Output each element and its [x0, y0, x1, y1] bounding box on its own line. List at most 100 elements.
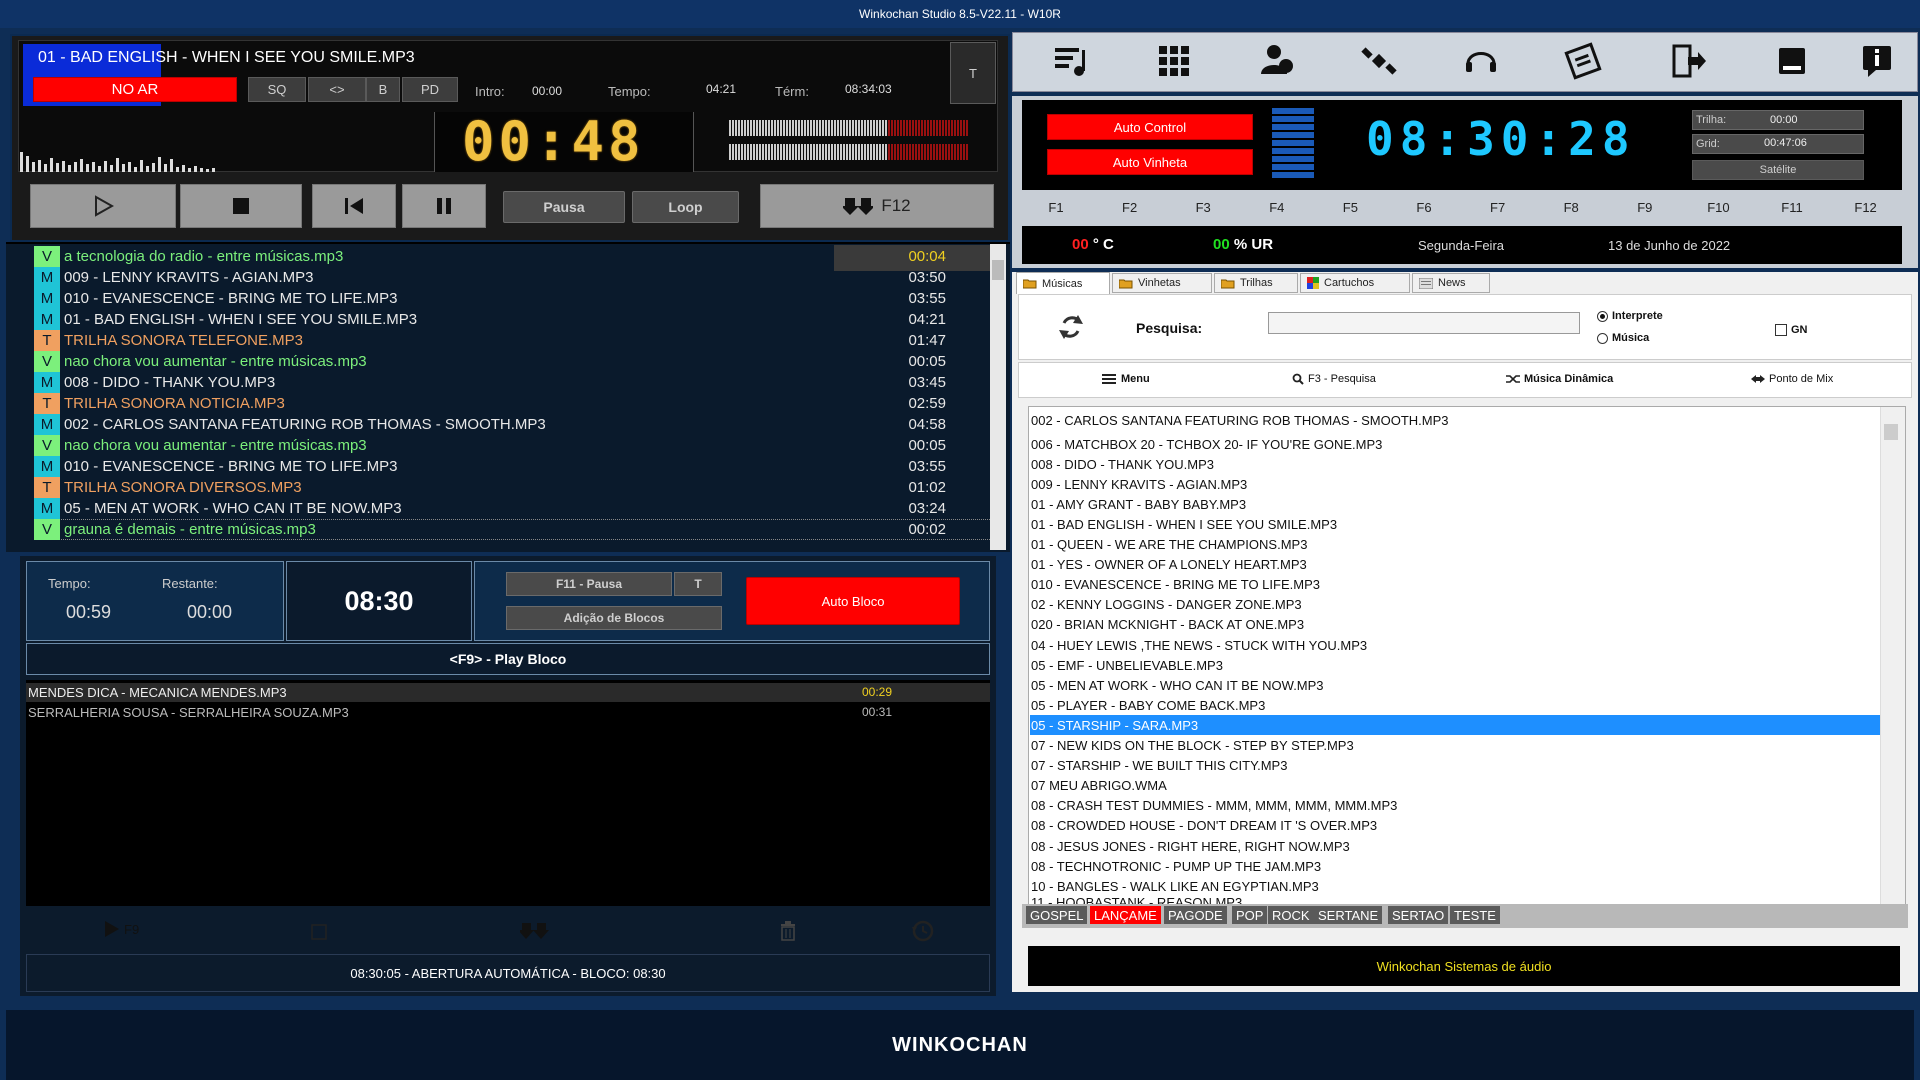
- fkey-f10[interactable]: F10: [1698, 200, 1738, 215]
- library-item[interactable]: 08 - TECHNOTRONIC - PUMP UP THE JAM.MP3: [1030, 856, 1880, 876]
- library-item[interactable]: 02 - KENNY LOGGINS - DANGER ZONE.MP3: [1030, 595, 1880, 615]
- library-item[interactable]: 08 - CROWDED HOUSE - DON'T DREAM IT 'S O…: [1030, 816, 1880, 836]
- adicao-blocos-button[interactable]: Adição de Blocos: [506, 606, 722, 630]
- fkey-f6[interactable]: F6: [1404, 200, 1444, 215]
- category-pop[interactable]: POP: [1232, 906, 1268, 924]
- grid-button[interactable]: [1155, 42, 1193, 80]
- refresh-icon[interactable]: [1058, 313, 1084, 341]
- playlist-scrollbar[interactable]: [990, 244, 1006, 550]
- auto-bloco-button[interactable]: Auto Bloco: [746, 577, 960, 625]
- radio-musica[interactable]: Música: [1597, 332, 1649, 344]
- pause-button[interactable]: [402, 184, 486, 228]
- tab-cartuchos[interactable]: Cartuchos: [1300, 273, 1410, 293]
- previous-button[interactable]: [312, 184, 396, 228]
- playlist-row[interactable]: M 002 - CARLOS SANTANA FEATURING ROB THOM…: [34, 414, 990, 435]
- exit-button[interactable]: [1668, 42, 1706, 80]
- playlist-row[interactable]: Vgrauna é demais - entre músicas.mp3 00:0…: [34, 519, 990, 540]
- auto-control-button[interactable]: Auto Control: [1047, 114, 1253, 140]
- library-item[interactable]: 010 - EVANESCENCE - BRING ME TO LIFE.MP3: [1030, 575, 1880, 595]
- info-button[interactable]: [1858, 42, 1896, 80]
- library-item[interactable]: 05 - PLAYER - BABY COME BACK.MP3: [1030, 695, 1880, 715]
- category-lancame[interactable]: LANÇAME: [1090, 906, 1161, 924]
- satellite-button[interactable]: [1360, 42, 1398, 80]
- pausa-button[interactable]: Pausa: [503, 191, 625, 223]
- library-item[interactable]: 002 - CARLOS SANTANA FEATURING ROB THOMA…: [1030, 410, 1880, 430]
- playlist-row[interactable]: M 009 - LENNY KRAVITS - AGIAN.MP3 03:50: [34, 267, 990, 288]
- gn-checkbox[interactable]: GN: [1775, 324, 1808, 336]
- search-input[interactable]: [1268, 312, 1580, 334]
- library-item[interactable]: 04 - HUEY LEWIS ,THE NEWS - STUCK WITH Y…: [1030, 635, 1880, 655]
- category-sertao[interactable]: SERTAO: [1388, 906, 1449, 924]
- playlist-scroll-thumb[interactable]: [992, 260, 1004, 280]
- radio-interprete[interactable]: Interprete: [1597, 310, 1663, 322]
- sq-button[interactable]: SQ: [248, 77, 306, 102]
- fkey-f2[interactable]: F2: [1110, 200, 1150, 215]
- library-item[interactable]: 05 - EMF - UNBELIEVABLE.MP3: [1030, 655, 1880, 675]
- play-button[interactable]: [30, 184, 176, 228]
- library-item[interactable]: 01 - QUEEN - WE ARE THE CHAMPIONS.MP3: [1030, 535, 1880, 555]
- fkey-f9[interactable]: F9: [1625, 200, 1665, 215]
- pd-button[interactable]: PD: [402, 77, 458, 102]
- fkey-f4[interactable]: F4: [1257, 200, 1297, 215]
- f12-button[interactable]: F12: [760, 184, 994, 228]
- musica-dinamica-button[interactable]: Música Dinâmica: [1506, 373, 1613, 385]
- tab-trilhas[interactable]: Trilhas: [1214, 273, 1298, 293]
- block-crossfade-icon[interactable]: [520, 922, 550, 940]
- playlist-row[interactable]: T TRILHA SONORA NOTICIA.MP3 02:59: [34, 393, 990, 414]
- fkey-f12[interactable]: F12: [1846, 200, 1886, 215]
- fkey-f3[interactable]: F3: [1183, 200, 1223, 215]
- block-item[interactable]: SERRALHERIA SOUSA - SERRALHEIRA SOUZA.MP…: [28, 705, 349, 720]
- playlist-row[interactable]: Va tecnologia do radio - entre músicas.m…: [34, 245, 990, 271]
- block-play-button[interactable]: F9: [104, 920, 139, 938]
- ponto-mix-button[interactable]: Ponto de Mix: [1751, 373, 1833, 385]
- library-item[interactable]: 009 - LENNY KRAVITS - AGIAN.MP3: [1030, 474, 1880, 494]
- fkey-f8[interactable]: F8: [1551, 200, 1591, 215]
- library-item[interactable]: 07 - NEW KIDS ON THE BLOCK - STEP BY STE…: [1030, 736, 1880, 756]
- library-item[interactable]: 008 - DIDO - THANK YOU.MP3: [1030, 454, 1880, 474]
- minimize-button[interactable]: [1773, 42, 1811, 80]
- t-button[interactable]: T: [950, 42, 996, 104]
- f3-search-button[interactable]: F3 - Pesquisa: [1292, 373, 1376, 385]
- play-bloco-bar[interactable]: <F9> - Play Bloco: [26, 643, 990, 675]
- f11-pausa-button[interactable]: F11 - Pausa: [506, 572, 672, 596]
- category-sertane[interactable]: SERTANE: [1314, 906, 1383, 924]
- fkey-f11[interactable]: F11: [1772, 200, 1812, 215]
- stop-button[interactable]: [180, 184, 302, 228]
- category-rock[interactable]: ROCK: [1268, 906, 1314, 924]
- category-pagode[interactable]: PAGODE: [1164, 906, 1227, 924]
- headset-button[interactable]: [1462, 42, 1500, 80]
- playlist-row[interactable]: M 05 - MEN AT WORK - WHO CAN IT BE NOW.MP…: [34, 498, 990, 519]
- block-item[interactable]: MENDES DICA - MECANICA MENDES.MP3: [28, 685, 287, 700]
- on-air-indicator[interactable]: NO AR: [33, 77, 237, 102]
- users-button[interactable]: [1258, 42, 1296, 80]
- library-scrollbar[interactable]: [1880, 407, 1905, 905]
- library-item[interactable]: 07 MEU ABRIGO.WMA: [1030, 776, 1880, 796]
- trash-icon[interactable]: [779, 921, 797, 941]
- playlist-row[interactable]: T TRILHA SONORA DIVERSOS.MP3 01:02: [34, 477, 990, 498]
- library-item[interactable]: 08 - JESUS JONES - RIGHT HERE, RIGHT NOW…: [1030, 836, 1880, 856]
- news-button[interactable]: [1564, 42, 1602, 80]
- library-item[interactable]: 01 - AMY GRANT - BABY BABY.MP3: [1030, 494, 1880, 514]
- library-item[interactable]: 006 - MATCHBOX 20 - TCHBOX 20- IF YOU'RE…: [1030, 434, 1880, 454]
- history-icon[interactable]: [911, 919, 935, 943]
- playlist-button[interactable]: [1052, 42, 1090, 80]
- playlist-row[interactable]: M 010 - EVANESCENCE - BRING ME TO LIFE.MP…: [34, 456, 990, 477]
- playlist-row[interactable]: Vnao chora vou aumentar - entre músicas.…: [34, 435, 990, 456]
- loop-button[interactable]: Loop: [632, 191, 739, 223]
- block-stop-icon[interactable]: [311, 924, 327, 940]
- tab-news[interactable]: News: [1412, 273, 1490, 293]
- playlist-row[interactable]: Vnao chora vou aumentar - entre músicas.…: [34, 351, 990, 372]
- library-item[interactable]: 020 - BRIAN MCKNIGHT - BACK AT ONE.MP3: [1030, 615, 1880, 635]
- swap-button[interactable]: <>: [308, 77, 366, 102]
- playlist-row[interactable]: M 010 - EVANESCENCE - BRING ME TO LIFE.MP…: [34, 288, 990, 309]
- library-item[interactable]: 05 - STARSHIP - SARA.MP3: [1030, 715, 1880, 736]
- menu-button[interactable]: Menu: [1102, 373, 1150, 385]
- library-item[interactable]: 07 - STARSHIP - WE BUILT THIS CITY.MP3: [1030, 756, 1880, 776]
- fkey-f7[interactable]: F7: [1478, 200, 1518, 215]
- library-item[interactable]: 08 - CRASH TEST DUMMIES - MMM, MMM, MMM,…: [1030, 796, 1880, 816]
- category-gospel[interactable]: GOSPEL: [1026, 906, 1088, 924]
- library-item[interactable]: 10 - BANGLES - WALK LIKE AN EGYPTIAN.MP3: [1030, 876, 1880, 896]
- playlist-row[interactable]: M 008 - DIDO - THANK YOU.MP3 03:45: [34, 372, 990, 393]
- fkey-f5[interactable]: F5: [1330, 200, 1370, 215]
- playlist-row[interactable]: M 01 - BAD ENGLISH - WHEN I SEE YOU SMILE…: [34, 309, 990, 330]
